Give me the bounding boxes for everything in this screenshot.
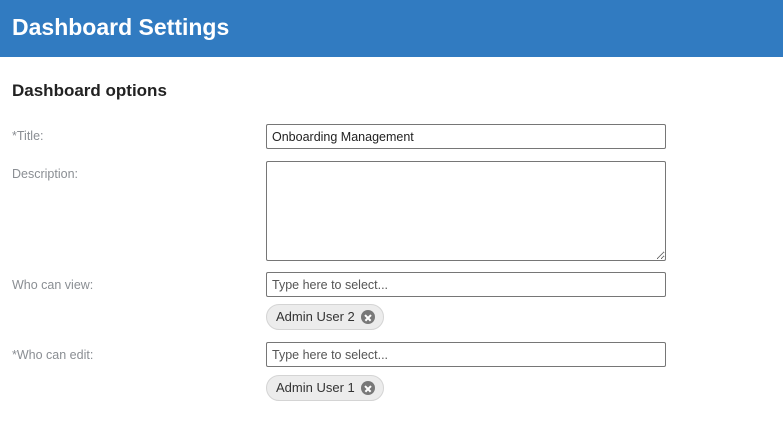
remove-circle-x-icon[interactable] (360, 381, 375, 395)
title-input[interactable] (266, 124, 666, 149)
title-label: *Title: (12, 129, 44, 143)
page-title: Dashboard Settings (12, 14, 230, 40)
who-can-edit-chip: Admin User 1 (266, 375, 384, 401)
description-label: Description: (12, 167, 78, 181)
who-can-view-chip: Admin User 2 (266, 304, 384, 330)
description-textarea[interactable] (266, 161, 666, 261)
chip-label: Admin User 1 (276, 380, 355, 395)
who-can-edit-input[interactable] (266, 342, 666, 367)
page-header: Dashboard Settings (0, 0, 783, 57)
who-can-view-label: Who can view: (12, 278, 94, 292)
section-title: Dashboard options (12, 81, 167, 100)
who-can-view-input[interactable] (266, 272, 666, 297)
chip-label: Admin User 2 (276, 309, 355, 324)
who-can-edit-label: *Who can edit: (12, 348, 94, 362)
remove-circle-x-icon[interactable] (360, 310, 375, 324)
